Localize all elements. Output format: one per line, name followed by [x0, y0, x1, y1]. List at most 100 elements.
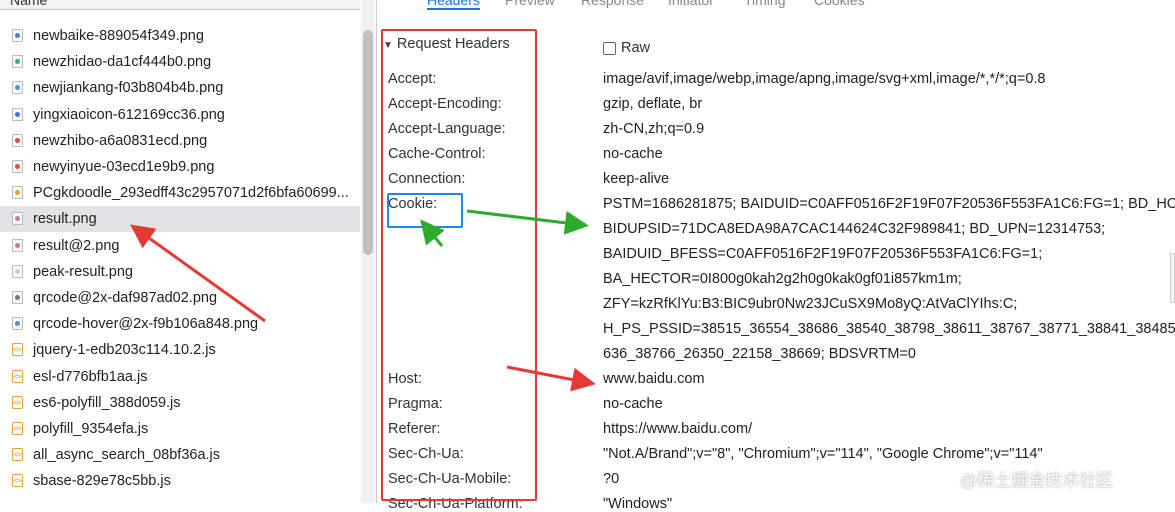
file-list-item[interactable]: newjiankang-f03b804b4b.png: [0, 75, 360, 101]
js-file-icon: [12, 442, 23, 468]
file-name: newzhibo-a6a0831ecd.png: [33, 132, 208, 149]
js-file-icon: [12, 416, 23, 442]
header-value: 636_38766_26350_22158_38669; BDSVRTM=0: [603, 346, 916, 362]
image-thumbnail-dot: [15, 268, 20, 274]
image-thumbnail-dot: [15, 33, 20, 38]
file-list-item[interactable]: esl-d776bfb1aa.js: [0, 364, 360, 390]
js-file-icon: [12, 364, 23, 390]
image-file-icon: [12, 264, 23, 278]
file-name: qrcode-hover@2x-f9b106a848.png: [33, 316, 259, 333]
image-file-icon: [12, 291, 23, 304]
image-file-icon: [12, 55, 23, 69]
file-list-item[interactable]: newzhidao-da1cf444b0.png: [0, 49, 360, 75]
tab-headers[interactable]: Headers: [427, 0, 480, 10]
tab-cookies[interactable]: Cookies: [814, 0, 865, 8]
file-list-item[interactable]: result@2.png: [0, 233, 360, 259]
image-thumbnail-dot: [15, 164, 20, 169]
header-value: https://www.baidu.com/: [603, 421, 753, 437]
file-name: newyinyue-03ecd1e9b9.png: [33, 159, 215, 175]
image-file-icon: [12, 212, 23, 226]
file-list-item[interactable]: jquery-1-edb203c114.10.2.js: [0, 337, 360, 363]
file-name: newjiankang-f03b804b4b.png: [33, 80, 224, 97]
image-file-icon: [12, 238, 23, 252]
image-thumbnail-dot: [15, 190, 20, 196]
file-name: jquery-1-edb203c114.10.2.js: [33, 342, 216, 359]
close-icon[interactable]: ✕: [391, 0, 403, 3]
image-file-icon: [12, 160, 23, 173]
tab-timing[interactable]: Timing: [744, 0, 786, 8]
file-name: qrcode@2x-daf987ad02.png: [33, 290, 218, 306]
watermark: @稀土掘金技术社区: [960, 471, 1114, 490]
file-list-item[interactable]: qrcode@2x-daf987ad02.png: [0, 285, 360, 311]
file-name: all_async_search_08bf36a.js: [33, 447, 221, 464]
header-value: "Windows": [603, 496, 673, 512]
file-list-item[interactable]: sbase-829e78c5bb.js: [0, 468, 360, 494]
header-value: BA_HECTOR=0I800g0kah2g2h0g0kak0gf01i857k…: [603, 271, 962, 287]
header-value: BIDUPSID=71DCA8EDA98A7CAC144624C32F98984…: [603, 221, 1106, 237]
file-list-scrollbar[interactable]: [361, 0, 375, 503]
header-value: "Not.A/Brand";v="8", "Chromium";v="114",…: [603, 446, 1043, 462]
header-value: BAIDUID_BFESS=C0AFF0516F2F19F07F20536F55…: [603, 246, 1043, 262]
file-name: newbaike-889054f349.png: [33, 28, 204, 44]
file-list-item[interactable]: polyfill_9354efa.js: [0, 416, 360, 442]
image-thumbnail-dot: [15, 242, 20, 248]
image-thumbnail-dot: [15, 137, 20, 143]
header-value: www.baidu.com: [603, 371, 705, 387]
header-value: keep-alive: [603, 171, 670, 187]
image-thumbnail-dot: [15, 321, 20, 327]
file-list-item[interactable]: peak-result.png: [0, 259, 360, 285]
image-thumbnail-dot: [15, 295, 20, 300]
raw-checkbox[interactable]: [603, 42, 616, 55]
image-thumbnail-dot: [15, 85, 20, 91]
file-name: result.png: [33, 211, 97, 228]
file-name: yingxiaoicon-612169cc36.png: [33, 106, 225, 123]
file-name: peak-result.png: [33, 263, 133, 280]
image-file-icon: [12, 107, 23, 121]
tab-response[interactable]: Response: [581, 0, 644, 8]
header-value: image/avif,image/webp,image/apng,image/s…: [603, 71, 1046, 87]
header-value: no-cache: [603, 396, 663, 412]
file-list-item[interactable]: newyinyue-03ecd1e9b9.png: [0, 154, 360, 180]
file-list-item[interactable]: result.png: [0, 206, 360, 233]
file-list-item[interactable]: all_async_search_08bf36a.js: [0, 442, 360, 468]
file-name: polyfill_9354efa.js: [33, 421, 149, 437]
js-file-icon: [12, 390, 23, 416]
js-file-icon: [12, 337, 23, 363]
file-list-item[interactable]: yingxiaoicon-612169cc36.png: [0, 102, 360, 128]
header-value: ZFY=kzRfKlYu:B3:BIC9ubr0Nw23JCuSX9Mo8yQ:…: [603, 296, 1018, 312]
file-list-item[interactable]: newzhibo-a6a0831ecd.png: [0, 128, 360, 154]
annotation-red-box: [381, 29, 537, 501]
file-name: es6-polyfill_388d059.js: [33, 394, 181, 411]
side-panel-handle[interactable]: [1170, 253, 1175, 303]
details-tabs: ✕ Headers Preview Response Initiator Tim…: [377, 0, 1175, 10]
file-list-item[interactable]: newbaike-889054f349.png: [0, 23, 360, 49]
file-list-panel: Name newbaike-889054f349.png newzhidao-da…: [0, 0, 376, 503]
tab-initiator[interactable]: Initiator: [668, 0, 714, 8]
annotation-blue-box: [387, 193, 463, 228]
file-list-item[interactable]: qrcode-hover@2x-f9b106a848.png: [0, 311, 360, 337]
image-file-icon: [12, 29, 23, 42]
image-file-icon: [12, 186, 23, 200]
header-value: PSTM=1686281875; BAIDUID=C0AFF0516F2F19F…: [603, 196, 1175, 212]
file-list-item[interactable]: es6-polyfill_388d059.js: [0, 390, 360, 416]
scrollbar-thumb[interactable]: [363, 30, 373, 255]
tab-preview[interactable]: Preview: [505, 0, 555, 8]
file-name: PCgkdoodle_293edff43c2957071d2f6bfa60699…: [33, 185, 349, 202]
header-value: gzip, deflate, br: [603, 96, 703, 112]
image-file-icon: [12, 81, 23, 95]
image-thumbnail-dot: [15, 111, 20, 117]
header-value: zh-CN,zh;q=0.9: [603, 121, 705, 137]
file-name: result@2.png: [33, 237, 120, 254]
file-list-item[interactable]: PCgkdoodle_293edff43c2957071d2f6bfa60699…: [0, 180, 360, 206]
header-value: ?0: [603, 471, 620, 487]
header-value: H_PS_PSSID=38515_36554_38686_38540_38798…: [603, 321, 1175, 337]
file-name: sbase-829e78c5bb.js: [33, 473, 171, 490]
image-thumbnail-dot: [15, 59, 20, 65]
raw-label: Raw: [621, 40, 651, 56]
image-file-icon: [12, 317, 23, 331]
header-value: no-cache: [603, 146, 663, 162]
name-column-header[interactable]: Name: [0, 0, 360, 10]
image-thumbnail-dot: [15, 216, 20, 222]
file-name: newzhidao-da1cf444b0.png: [33, 54, 212, 71]
js-file-icon: [12, 468, 23, 494]
